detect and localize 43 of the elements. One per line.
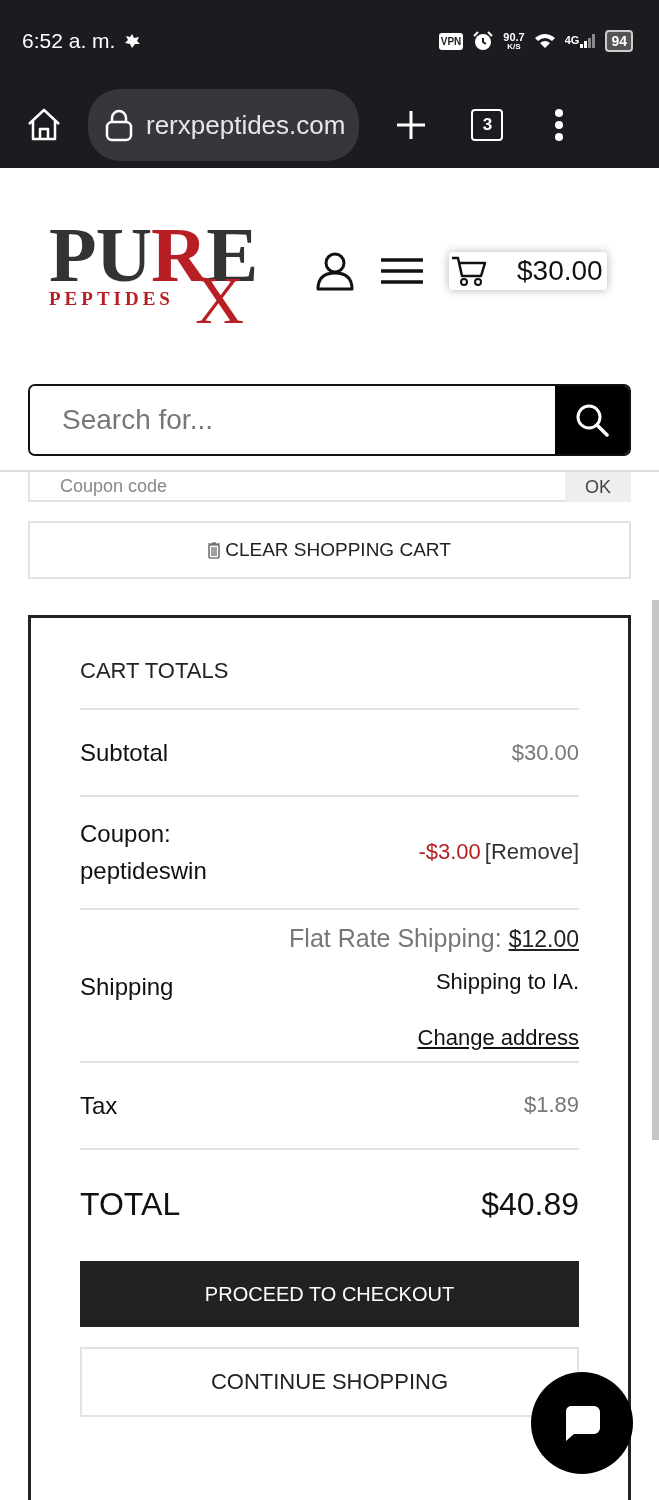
clock-time: 6:52 a. m. (22, 29, 116, 53)
more-icon[interactable] (553, 108, 566, 142)
remove-coupon-link[interactable]: [Remove] (484, 839, 579, 865)
signal-icon (580, 34, 597, 48)
vpn-badge: VPN (438, 32, 464, 50)
menu-icon[interactable] (381, 257, 423, 285)
user-icon[interactable] (315, 251, 355, 291)
trash-icon (208, 541, 221, 559)
apply-coupon-button[interactable]: OK (565, 472, 631, 502)
search-icon (575, 403, 609, 437)
brand-logo[interactable]: PURE PEPTIDES X (49, 216, 267, 326)
shipping-destination: Shipping to IA. (434, 968, 579, 995)
coupon-code-field[interactable]: Coupon code (28, 472, 565, 502)
total-amount: $40.89 (481, 1186, 579, 1223)
wifi-icon (533, 32, 556, 50)
continue-shopping-button[interactable]: CONTINUE SHOPPING (80, 1347, 579, 1418)
amount-text: $30.00 (511, 739, 579, 765)
row-label: Coupon: peptideswin (80, 819, 208, 887)
discount-amount: -$3.00 (418, 839, 481, 865)
checkout-button[interactable]: PROCEED TO CHECKOUT (80, 1261, 579, 1328)
row-label: Tax (80, 1090, 119, 1121)
tab-count-button[interactable]: 3 (471, 109, 504, 141)
row-label: Shipping (80, 972, 175, 1003)
row-label: Subtotal (80, 738, 170, 768)
network-type: 4G (564, 34, 580, 46)
search-field[interactable]: Search for... (28, 384, 631, 456)
shipping-method: Flat Rate Shipping: $12.00 (289, 923, 579, 953)
lock-icon (104, 108, 134, 142)
plus-icon[interactable] (395, 109, 428, 141)
battery-indicator: 94 (605, 30, 633, 52)
alarm-icon (472, 30, 495, 52)
change-address-link[interactable]: Change address (417, 1024, 579, 1051)
cart-icon (451, 255, 487, 287)
row-label: TOTAL (80, 1184, 182, 1224)
search-button[interactable] (555, 386, 629, 454)
cart-button[interactable]: $30.00 (449, 252, 607, 290)
clear-cart-button[interactable]: CLEAR SHOPPING CART (28, 521, 631, 579)
address-bar[interactable]: rerxpeptides.com (88, 89, 360, 161)
url-text: rerxpeptides.com (146, 109, 346, 141)
section-title: CART TOTALS (80, 658, 579, 710)
amount-text: $1.89 (523, 1092, 579, 1118)
speed-unit: K/S (507, 42, 521, 51)
network-speed: 90.7 (503, 31, 525, 43)
